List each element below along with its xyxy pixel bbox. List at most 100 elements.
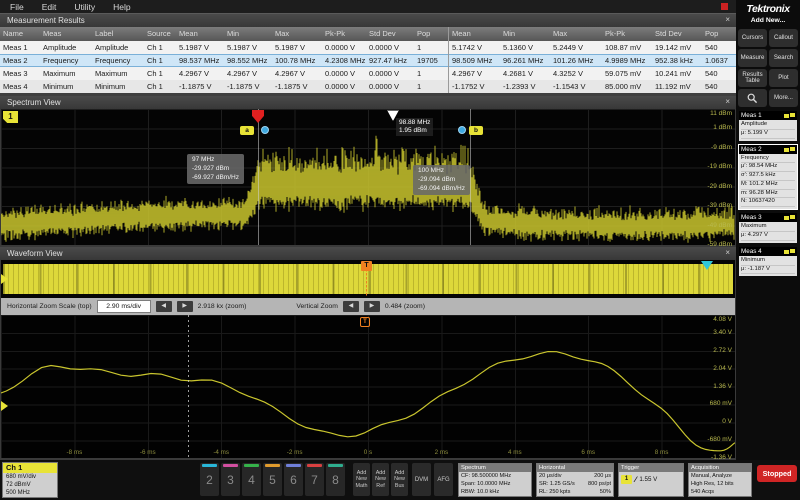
channel-color-stripe [223,464,238,467]
channel-6-button[interactable]: 6 [284,463,303,496]
menu-item-file[interactable]: File [10,2,24,12]
table-cell: 98.537 MHz [176,54,224,67]
column-header: Std Dev [652,27,702,41]
trigger-marker[interactable]: T [361,261,372,271]
value-right: 800 ps/pt [588,480,611,488]
sidebar-button-more[interactable]: More... [769,89,798,107]
add-new-bus-button[interactable]: AddNewBus [391,463,408,496]
dvm-button[interactable]: DVM [412,463,431,496]
h-zoom-scale-input[interactable]: 2.90 ms/div [97,300,151,313]
table-cell: 540 [702,41,730,54]
close-icon[interactable]: × [725,97,730,106]
measurement-badge-2[interactable]: Meas 2Frequencyμ′: 98.54 MHzσ′: 927.5 kH… [739,145,797,210]
sidebar-button-zoom[interactable] [738,89,767,107]
waveform-y-tick: 3.40 V [713,329,732,336]
h-zoom-increase-button[interactable]: ▶ [177,301,193,312]
badge-toggle-icon[interactable] [790,147,795,151]
spectrum-plot[interactable]: 1 11 dBm1 dBm-9 dBm-19 dBm-29 dBm-39 dBm… [1,109,735,245]
sidebar-button-callout[interactable]: Callout [769,29,798,47]
table-cell: 4.2967 V [176,67,224,80]
cursor-b-dot[interactable] [458,126,466,134]
ch1-bandwidth: 500 MHz [3,489,57,497]
readout-line: -29.094 dBm [418,176,465,185]
column-header: Source [144,27,176,41]
column-header: Pop [414,27,448,41]
add-new-ref-button[interactable]: AddNewRef [372,463,389,496]
waveform-y-tick: 4.08 V [713,316,732,323]
badge-toggle-icon[interactable] [790,215,795,219]
table-cell: 101.26 MHz [550,54,602,67]
cursor-a-dot[interactable] [261,126,269,134]
table-row[interactable]: Meas 2FrequencyFrequencyCh 198.537 MHz98… [0,54,736,67]
sidebar-button-plot[interactable]: Plot [769,69,798,87]
spectrum-y-tick: -49 dBm [707,222,732,229]
table-cell: 5.1742 V [448,41,500,54]
channel-color-stripe [265,464,280,467]
channel-3-button[interactable]: 3 [221,463,240,496]
measurement-badge-3[interactable]: Meas 3Maximumμ: 4.297 V [739,213,797,243]
measurement-badge-body: Minimumμ: -1.187 V [739,256,797,277]
v-zoom-decrease-button[interactable]: ◀ [343,301,359,312]
menu-item-edit[interactable]: Edit [42,2,57,12]
waveform-x-tick: -8 ms [61,449,87,456]
waveform-y-tick: 2.72 V [713,347,732,354]
channel-5-button[interactable]: 5 [263,463,282,496]
table-cell: 5.1987 V [176,41,224,54]
menu-bar: File Edit Utility Help [0,0,736,13]
badge-toggle-icon[interactable] [790,249,795,253]
measurement-badge-4[interactable]: Meas 4Minimumμ: -1.187 V [739,247,797,277]
badge-toggle-icon[interactable] [790,113,795,117]
horizontal-badge[interactable]: Horizontal 20 μs/div200 μsSR: 1.25 GS/s8… [536,463,614,497]
acquisition-setting: High Res, 12 bits [689,480,751,488]
waveform-overview[interactable]: T [1,260,735,298]
results-panel-title: Measurement Results [7,16,85,25]
acquisition-badge[interactable]: Acquisition Manual, AnalyzeHigh Res, 12 … [688,463,752,497]
channel-8-button[interactable]: 8 [326,463,345,496]
table-cell: Meas 3 [0,67,40,80]
afg-button[interactable]: AFG [434,463,453,496]
channel-4-button[interactable]: 4 [242,463,261,496]
column-header: Mean [448,27,500,41]
sidebar-button-results-table[interactable]: Results Table [738,69,767,87]
waveform-zoom-plot[interactable]: 4.08 V3.40 V2.72 V2.04 V1.36 V680 mV0 V-… [1,315,735,458]
measurement-badge-1[interactable]: Meas 1Amplitudeμ: 5.199 V [739,111,797,141]
close-icon[interactable]: × [725,248,730,257]
channel-7-button[interactable]: 7 [305,463,324,496]
table-row[interactable]: Meas 4MinimumMinimumCh 1-1.1875 V-1.1875… [0,80,736,93]
waveform-x-tick: 0 s [355,449,381,456]
trigger-marker[interactable]: T [360,317,370,327]
measurement-value: Frequency [741,155,795,164]
close-icon[interactable]: × [725,15,730,24]
trigger-badge-title: Trigger [619,464,683,472]
cursor-b-handle[interactable]: b [469,126,483,135]
table-cell: 19.142 mV [652,41,702,54]
trigger-badge[interactable]: Trigger 1 ∕ 1.55 V [618,463,684,497]
spectrum-y-tick: -29 dBm [707,183,732,190]
channel-color-stripe [244,464,259,467]
table-cell: 5.2449 V [550,41,602,54]
cursor-a-handle[interactable]: a [240,126,254,135]
channel-1-badge[interactable]: Ch 1 680 mV/div 72 dBmV 500 MHz [2,462,58,498]
menu-item-help[interactable]: Help [113,2,130,12]
table-cell: Amplitude [92,41,144,54]
sidebar-button-search[interactable]: Search [769,49,798,67]
run-stop-button[interactable]: Stopped [757,465,797,482]
measurement-badge-body: Amplitudeμ: 5.199 V [739,120,797,141]
channel-2-button[interactable]: 2 [200,463,219,496]
menu-item-utility[interactable]: Utility [74,2,95,12]
table-cell: Minimum [92,80,144,93]
table-cell: -1.2393 V [500,80,550,93]
table-row[interactable]: Meas 3MaximumMaximumCh 14.2967 V4.2967 V… [0,67,736,80]
measurement-value: N: 10637420 [741,198,795,207]
v-zoom-increase-button[interactable]: ▶ [364,301,380,312]
spectrum-badge[interactable]: Spectrum CF: 98.500000 MHzSpan: 10.0000 … [458,463,532,497]
add-new-math-button[interactable]: AddNewMath [353,463,370,496]
table-row[interactable]: Meas 1AmplitudeAmplitudeCh 15.1987 V5.19… [0,41,736,54]
h-zoom-decrease-button[interactable]: ◀ [156,301,172,312]
ground-level-marker[interactable] [1,401,8,411]
cursor-a-line[interactable] [258,109,259,245]
column-header: Std Dev [366,27,414,41]
sidebar-button-measure[interactable]: Measure [738,49,767,67]
sidebar-button-cursors[interactable]: Cursors [738,29,767,47]
zoom-handle-icon[interactable] [701,261,713,270]
